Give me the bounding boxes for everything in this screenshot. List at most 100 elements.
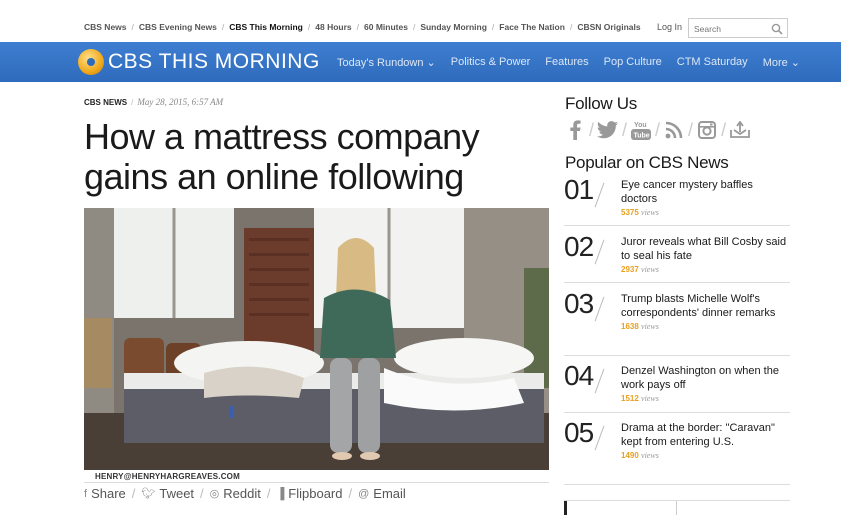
article-source[interactable]: CBS NEWS: [84, 98, 127, 107]
show-nav-rundown[interactable]: Today's Rundown ⌄: [337, 56, 436, 69]
search-icon[interactable]: [771, 22, 783, 40]
share-separator: /: [131, 486, 136, 501]
network-nav: CBS News / CBS Evening News / CBS This M…: [84, 22, 641, 32]
search-box: [688, 18, 788, 38]
share-separator: /: [348, 486, 353, 501]
nav-separator: /: [356, 22, 359, 32]
facebook-icon: f: [84, 487, 88, 500]
popular-item[interactable]: 01 Eye cancer mystery baffles doctors 53…: [564, 174, 791, 226]
download-icon[interactable]: [728, 118, 752, 142]
view-count: 1490: [621, 451, 639, 460]
popular-item-text: Eye cancer mystery baffles doctors 5375 …: [621, 178, 791, 220]
popular-item[interactable]: 03 Trump blasts Michelle Wolf's correspo…: [564, 288, 791, 356]
social-separator: /: [721, 119, 727, 140]
views-label: views: [641, 451, 659, 460]
network-link-this-morning[interactable]: CBS This Morning: [229, 22, 303, 32]
share-twitter-label: Tweet: [159, 486, 195, 501]
svg-text:Tube: Tube: [634, 133, 650, 140]
popular-item-text: Trump blasts Michelle Wolf's corresponde…: [621, 292, 791, 334]
nav-separator: /: [412, 22, 416, 32]
share-email-button[interactable]: @ Email: [358, 486, 406, 501]
rss-icon[interactable]: [662, 118, 686, 142]
login-link[interactable]: Log In: [657, 22, 682, 32]
byline-separator: /: [131, 98, 134, 107]
share-facebook-button[interactable]: f Share: [84, 486, 126, 501]
youtube-icon[interactable]: You Tube: [629, 118, 653, 142]
social-separator: /: [589, 119, 595, 140]
nav-separator: /: [221, 22, 225, 32]
nav-separator: /: [307, 22, 311, 32]
show-bar: CBS THIS MORNING Today's Rundown ⌄ Polit…: [0, 42, 841, 82]
popular-item[interactable]: 05 Drama at the border: "Caravan" kept f…: [564, 417, 791, 485]
popular-rank: 01: [564, 174, 594, 205]
popular-views: 5375 views: [621, 206, 791, 220]
share-email-label: Email: [373, 486, 406, 501]
popular-title[interactable]: Juror reveals what Bill Cosby said to se…: [621, 235, 791, 263]
network-link-60-minutes[interactable]: 60 Minutes: [364, 22, 408, 32]
email-icon: @: [358, 487, 370, 500]
popular-item-text: Denzel Washington on when the work pays …: [621, 364, 791, 406]
show-logo-text: CBS THIS MORNING: [108, 50, 320, 73]
show-logo[interactable]: CBS THIS MORNING: [78, 49, 320, 75]
popular-views: 1512 views: [621, 392, 791, 406]
popular-item[interactable]: 04 Denzel Washington on when the work pa…: [564, 360, 791, 413]
share-flipboard-label: Flipboard: [288, 486, 343, 501]
article-photo: [84, 208, 549, 470]
show-nav: Today's Rundown ⌄ Politics & Power Featu…: [337, 56, 815, 69]
show-nav-politics[interactable]: Politics & Power: [451, 56, 530, 69]
cbs-eye-icon: [78, 49, 104, 75]
twitter-icon[interactable]: [596, 118, 620, 142]
network-link-face-the-nation[interactable]: Face The Nation: [499, 22, 565, 32]
show-nav-pop-culture[interactable]: Pop Culture: [604, 56, 662, 69]
network-link-cbs-news[interactable]: CBS News: [84, 22, 127, 32]
popular-views: 2937 views: [621, 263, 791, 277]
share-reddit-label: Reddit: [223, 486, 261, 501]
popular-title[interactable]: Denzel Washington on when the work pays …: [621, 364, 791, 392]
network-link-48-hours[interactable]: 48 Hours: [315, 22, 351, 32]
search-input[interactable]: [689, 20, 767, 38]
view-count: 5375: [621, 208, 639, 217]
nav-separator: /: [131, 22, 134, 32]
share-facebook-label: Share: [91, 486, 126, 501]
nav-separator: /: [491, 22, 495, 32]
popular-heading: Popular on CBS News: [565, 153, 729, 172]
popular-views: 1638 views: [621, 320, 791, 334]
network-link-evening-news[interactable]: CBS Evening News: [139, 22, 217, 32]
view-count: 2937: [621, 265, 639, 274]
popular-views: 1490 views: [621, 449, 791, 463]
social-separator: /: [622, 119, 628, 140]
views-label: views: [641, 265, 659, 274]
popular-title[interactable]: Trump blasts Michelle Wolf's corresponde…: [621, 292, 791, 320]
popular-title[interactable]: Eye cancer mystery baffles doctors: [621, 178, 791, 206]
share-twitter-button[interactable]: 🐦︎ Tweet: [141, 486, 194, 501]
svg-text:You: You: [634, 122, 647, 129]
views-label: views: [641, 394, 659, 403]
views-label: views: [641, 208, 659, 217]
show-nav-more[interactable]: More ⌄: [763, 56, 800, 69]
social-links: / / You Tube / / /: [563, 118, 752, 142]
popular-item-text: Drama at the border: "Caravan" kept from…: [621, 421, 791, 463]
network-link-sunday-morning[interactable]: Sunday Morning: [420, 22, 487, 32]
share-reddit-button[interactable]: ◎ Reddit: [210, 486, 261, 501]
social-separator: /: [655, 119, 661, 140]
show-nav-features[interactable]: Features: [545, 56, 588, 69]
follow-us-heading: Follow Us: [565, 94, 637, 113]
views-label: views: [641, 322, 659, 331]
network-bar: CBS News / CBS Evening News / CBS This M…: [0, 0, 841, 42]
sidebar-tabs[interactable]: [564, 500, 790, 515]
network-link-cbsn-originals[interactable]: CBSN Originals: [577, 22, 640, 32]
popular-rank: 04: [564, 360, 594, 391]
popular-title[interactable]: Drama at the border: "Caravan" kept from…: [621, 421, 791, 449]
popular-item[interactable]: 02 Juror reveals what Bill Cosby said to…: [564, 231, 791, 283]
social-separator: /: [688, 119, 694, 140]
share-flipboard-button[interactable]: ▐ Flipboard: [276, 486, 342, 501]
popular-rank: 03: [564, 288, 594, 319]
view-count: 1638: [621, 322, 639, 331]
popular-rank: 02: [564, 231, 594, 262]
facebook-icon[interactable]: [563, 118, 587, 142]
instagram-icon[interactable]: [695, 118, 719, 142]
photo-credit: HENRY@HENRYHARGREAVES.COM: [95, 472, 240, 481]
share-separator: /: [200, 486, 204, 501]
show-nav-ctm-saturday[interactable]: CTM Saturday: [677, 56, 748, 69]
popular-rank: 05: [564, 417, 594, 448]
